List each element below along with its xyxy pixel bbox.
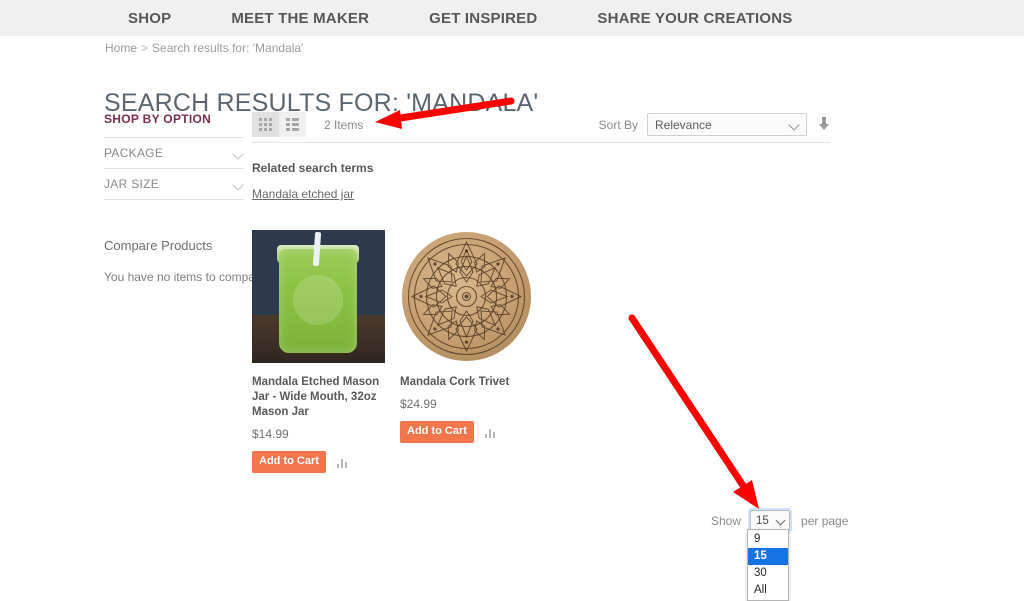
sidebar-filter-jar-size[interactable]: JAR SIZE <box>104 169 244 200</box>
product-actions: Add to Cart <box>400 421 533 443</box>
compare-products-title: Compare Products <box>104 238 213 253</box>
show-label: Show <box>711 513 742 528</box>
breadcrumb-current: Search results for: 'Mandala' <box>152 41 304 55</box>
results-toolbar: 2 Items Sort By Relevance <box>252 107 830 143</box>
product-grid: Mandala Etched Mason Jar - Wide Mouth, 3… <box>252 230 533 473</box>
product-image-mandala-cork-trivet[interactable] <box>400 230 533 363</box>
view-mode-grid-button[interactable] <box>252 112 279 137</box>
product-price: $24.99 <box>400 397 437 411</box>
breadcrumb-separator: > <box>141 41 149 55</box>
product-item: Mandala Cork Trivet $24.99 Add to Cart <box>400 230 533 473</box>
sort-by-value: Relevance <box>655 117 712 132</box>
per-page-option-30[interactable]: 30 <box>748 565 788 582</box>
add-to-cart-button[interactable]: Add to Cart <box>400 421 474 443</box>
per-page-label: per page <box>801 513 849 528</box>
grid-view-icon <box>259 118 272 131</box>
per-page-control: Show 15 per page <box>711 508 849 533</box>
nav-list: SHOP MEET THE MAKER GET INSPIRED SHARE Y… <box>128 10 793 27</box>
related-search-term-link[interactable]: Mandala etched jar <box>252 187 354 201</box>
add-to-compare-icon[interactable] <box>336 457 348 468</box>
product-actions: Add to Cart <box>252 451 385 473</box>
view-mode-switcher <box>252 112 306 137</box>
nav-item-get-inspired[interactable]: GET INSPIRED <box>429 10 537 27</box>
sort-by-select[interactable]: Relevance <box>647 113 807 136</box>
shop-by-option-heading: SHOP BY OPTION <box>104 112 212 126</box>
product-name[interactable]: Mandala Etched Mason Jar - Wide Mouth, 3… <box>252 375 385 420</box>
per-page-select[interactable]: 15 <box>748 508 793 533</box>
item-count: 2 Items <box>324 117 364 132</box>
compare-products-block: Compare Products You have no items to co… <box>104 238 269 284</box>
chevron-down-icon <box>233 181 244 188</box>
per-page-options-dropdown: 9 15 30 All <box>747 529 789 601</box>
add-to-cart-button[interactable]: Add to Cart <box>252 451 326 473</box>
product-price: $14.99 <box>252 427 289 441</box>
related-search-terms: Related search terms Mandala etched jar <box>252 161 373 203</box>
filter-label: PACKAGE <box>104 146 164 160</box>
nav-item-meet-the-maker[interactable]: MEET THE MAKER <box>231 10 369 27</box>
sidebar-filter-package[interactable]: PACKAGE <box>104 138 244 169</box>
breadcrumb: Home > Search results for: 'Mandala' <box>105 41 303 55</box>
chevron-down-icon <box>775 515 786 526</box>
filter-list: PACKAGE JAR SIZE <box>104 137 244 200</box>
sort-by-label: Sort By <box>598 117 638 132</box>
chevron-down-icon <box>233 150 244 157</box>
per-page-option-9[interactable]: 9 <box>748 531 788 548</box>
compare-products-empty-text: You have no items to compare. <box>104 270 269 284</box>
list-view-icon <box>286 118 299 131</box>
image-cork-disc <box>402 232 531 361</box>
per-page-option-all[interactable]: All <box>748 582 788 599</box>
product-name[interactable]: Mandala Cork Trivet <box>400 375 533 390</box>
per-page-value: 15 <box>756 514 769 527</box>
nav-item-share-your-creations[interactable]: SHARE YOUR CREATIONS <box>597 10 792 27</box>
view-mode-list-button[interactable] <box>279 112 306 137</box>
breadcrumb-home-link[interactable]: Home <box>105 41 137 55</box>
sort-direction-button[interactable] <box>818 117 830 132</box>
chevron-down-icon <box>788 119 800 131</box>
per-page-option-15[interactable]: 15 <box>748 548 788 565</box>
product-item: Mandala Etched Mason Jar - Wide Mouth, 3… <box>252 230 385 473</box>
related-search-terms-title: Related search terms <box>252 161 374 175</box>
primary-navigation-bar: SHOP MEET THE MAKER GET INSPIRED SHARE Y… <box>0 0 1024 36</box>
nav-item-shop[interactable]: SHOP <box>128 10 171 27</box>
sidebar: SHOP BY OPTION PACKAGE JAR SIZE Compare … <box>104 112 269 284</box>
sort-control: Sort By Relevance <box>599 113 830 136</box>
mandala-pattern-icon <box>407 237 526 356</box>
annotation-arrow-to-per-page-select <box>628 314 759 509</box>
product-image-mandala-etched-mason-jar[interactable] <box>252 230 385 363</box>
filter-label: JAR SIZE <box>104 177 160 191</box>
add-to-compare-icon[interactable] <box>484 427 496 438</box>
